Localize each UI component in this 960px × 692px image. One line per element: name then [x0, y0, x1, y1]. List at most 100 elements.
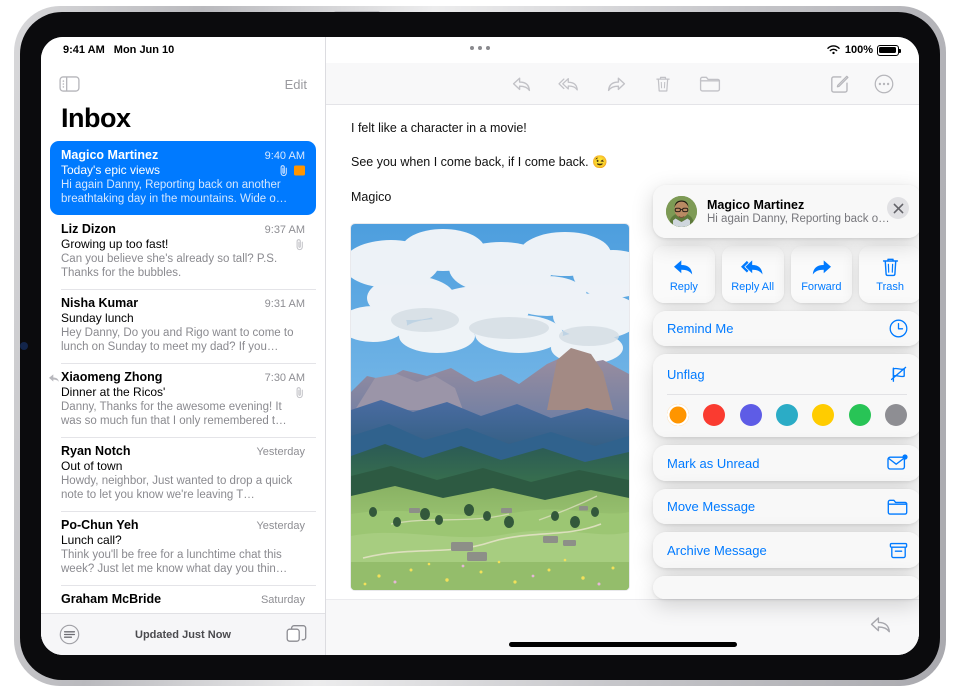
- message-toolbar: [326, 63, 919, 105]
- folder-icon: [887, 499, 908, 515]
- trash-button[interactable]: Trash: [859, 246, 919, 303]
- message-time: Yesterday: [256, 446, 305, 458]
- status-date: Mon Jun 10: [113, 44, 175, 56]
- forward-icon: [812, 259, 831, 274]
- forward-button[interactable]: Forward: [790, 246, 853, 303]
- flag-color-swatches: [653, 395, 919, 429]
- unflag-menu-item[interactable]: Unflag: [653, 354, 919, 394]
- message-time: Yesterday: [256, 520, 305, 532]
- list-item[interactable]: Xiaomeng Zhong 7:30 AM Dinner at the Ric…: [49, 363, 316, 438]
- body-line: I felt like a character in a movie!: [351, 121, 527, 135]
- sidebar-toggle-icon[interactable]: [59, 76, 80, 92]
- message-subject: Sunday lunch: [61, 311, 134, 325]
- message-subject: Today's epic views: [61, 163, 160, 177]
- envelope-badge-icon: [887, 454, 908, 470]
- message-preview: Danny, Thanks for the awesome evening! I…: [61, 401, 287, 427]
- forward-toolbar-icon[interactable]: [605, 74, 627, 94]
- message-sender: Xiaomeng Zhong: [61, 370, 163, 384]
- flag-color-green[interactable]: [848, 404, 871, 427]
- message-preview: Howdy, neighbor, Just wanted to drop a q…: [61, 475, 293, 501]
- message-subject: Lunch call?: [61, 533, 122, 547]
- ipad-screen: 9:41 AM Mon Jun 10 100% Edit Inbox Magic…: [41, 37, 919, 655]
- move-folder-toolbar-icon[interactable]: [699, 74, 721, 94]
- mark-as-unread-label: Mark as Unread: [667, 455, 760, 471]
- flag-color-purple[interactable]: [739, 404, 762, 427]
- mountain-landscape-photo[interactable]: [351, 224, 629, 590]
- flag-color-orange[interactable]: [667, 404, 689, 427]
- mail-message-list[interactable]: Magico Martinez 9:40 AM Today's epic vie…: [41, 141, 325, 613]
- status-bar-left: 9:41 AM Mon Jun 10: [63, 44, 174, 56]
- reply-icon: [674, 259, 693, 274]
- flag-color-teal[interactable]: [775, 404, 798, 427]
- compose-icon[interactable]: [829, 74, 851, 94]
- trash-icon: [882, 258, 898, 277]
- message-time: 7:30 AM: [264, 372, 305, 384]
- mailboxes-icon[interactable]: [286, 624, 307, 645]
- body-line: See you when I come back, if I come back…: [351, 155, 608, 169]
- message-subject: Dinner at the Ricos': [61, 385, 166, 399]
- list-item[interactable]: Nisha Kumar 9:31 AM Sunday lunch Hey Dan…: [50, 289, 316, 364]
- reply-all-button[interactable]: Reply All: [721, 246, 784, 303]
- message-sender: Graham McBride: [61, 592, 162, 606]
- move-message-menu-item[interactable]: Move Message: [653, 488, 919, 525]
- forward-label: Forward: [801, 280, 842, 293]
- sidebar-bottom-toolbar: Updated Just Now: [41, 613, 325, 655]
- reply-label: Reply: [669, 280, 698, 293]
- mail-sidebar: Edit Inbox Magico Martinez 9:40 AM Today…: [41, 37, 326, 655]
- archive-message-label: Archive Message: [667, 542, 767, 558]
- photo-content: [351, 224, 629, 590]
- reply-button[interactable]: Reply: [653, 246, 715, 303]
- flag-menu-card: Unflag: [653, 354, 919, 438]
- context-menu-preview: Hi again Danny, Reporting back o…: [707, 213, 890, 225]
- flag-color-yellow[interactable]: [812, 404, 835, 427]
- remind-me-menu-item[interactable]: Remind Me: [653, 311, 919, 347]
- mark-as-unread-menu-item[interactable]: Mark as Unread: [653, 445, 919, 481]
- remind-me-label: Remind Me: [667, 321, 734, 337]
- flag-color-red[interactable]: [703, 404, 726, 427]
- message-bottom-toolbar: [326, 599, 919, 655]
- avatar: [666, 196, 697, 227]
- trash-toolbar-icon[interactable]: [652, 74, 674, 94]
- message-time: 9:31 AM: [264, 298, 305, 310]
- page-title: Inbox: [61, 103, 131, 133]
- message-sender: Ryan Notch: [61, 444, 131, 458]
- clock-icon: [889, 319, 908, 338]
- move-message-label: Move Message: [667, 499, 756, 515]
- context-menu-sender: Magico Martinez: [707, 198, 805, 212]
- home-indicator[interactable]: [508, 642, 737, 647]
- message-preview: Can you believe she's already so tall? P…: [61, 253, 278, 279]
- status-bar-right: 100%: [826, 44, 901, 56]
- apple-pencil-indicator: [20, 342, 28, 350]
- unflag-label: Unflag: [667, 366, 705, 382]
- more-ellipsis-icon[interactable]: [873, 74, 895, 94]
- archive-box-icon: [889, 542, 908, 558]
- filter-icon[interactable]: [59, 624, 80, 645]
- message-subject: Growing up too fast!: [61, 237, 169, 251]
- status-bar: 9:41 AM Mon Jun 10 100%: [41, 37, 919, 63]
- list-item[interactable]: Magico Martinez 9:40 AM Today's epic vie…: [50, 141, 316, 215]
- list-item[interactable]: Po-Chun Yeh Yesterday Lunch call? Think …: [50, 511, 316, 586]
- reply-all-label: Reply All: [731, 280, 775, 293]
- list-item[interactable]: Ryan Notch Yesterday Out of town Howdy, …: [50, 437, 316, 512]
- list-item[interactable]: Liz Dizon 9:37 AM Growing up too fast! C…: [50, 215, 316, 290]
- multitasking-handle-icon[interactable]: [470, 46, 490, 50]
- reply-toolbar-icon[interactable]: [511, 74, 533, 94]
- list-item[interactable]: Graham McBride Saturday: [50, 585, 316, 613]
- reply-icon[interactable]: [869, 614, 893, 635]
- message-preview: Hey Danny, Do you and Rigo want to come …: [61, 327, 294, 353]
- trash-label: Trash: [876, 281, 904, 293]
- message-toolbar-actions: [511, 74, 721, 94]
- attachment-paperclip-icon: [296, 238, 303, 250]
- edit-button[interactable]: Edit: [285, 77, 307, 92]
- archive-message-menu-item[interactable]: Archive Message: [653, 532, 919, 568]
- updated-status-label: Updated Just Now: [135, 628, 231, 641]
- context-menu-sender-block: Magico Martinez Hi again Danny, Reportin…: [707, 198, 890, 225]
- context-menu-clipped-item[interactable]: [653, 575, 919, 599]
- message-context-menu: Magico Martinez Hi again Danny, Reportin…: [653, 185, 919, 599]
- message-sender: Liz Dizon: [61, 222, 116, 236]
- close-icon[interactable]: [887, 197, 909, 219]
- battery-full-icon: [877, 44, 901, 56]
- battery-percent-label: 100%: [844, 44, 873, 56]
- reply-all-toolbar-icon[interactable]: [558, 74, 580, 94]
- flag-color-gray[interactable]: [884, 404, 907, 427]
